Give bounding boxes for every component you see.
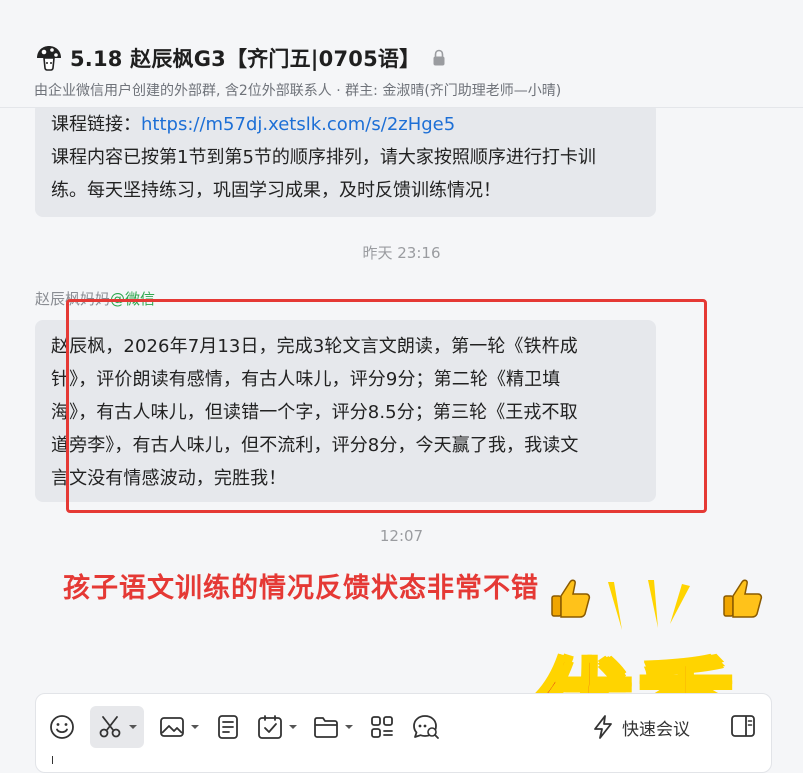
title-row: 5.18 赵辰枫G3【齐门五|0705语】 xyxy=(34,43,446,73)
folder-button[interactable] xyxy=(312,706,354,748)
message-line: 课程链接：https://m57dj.xetslk.com/s/2zHge5 xyxy=(51,108,640,141)
emoji-button[interactable] xyxy=(48,706,76,748)
lightning-icon xyxy=(594,715,612,739)
schedule-button[interactable] xyxy=(256,706,298,748)
course-link[interactable]: https://m57dj.xetslk.com/s/2zHge5 xyxy=(141,114,455,135)
folder-icon xyxy=(314,717,338,738)
side-panel-icon[interactable] xyxy=(730,714,756,738)
chat-bubble-icon xyxy=(413,715,439,739)
overlay-caption: 孩子语文训练的情况反馈状态非常不错 xyxy=(63,573,539,604)
chevron-down-icon[interactable] xyxy=(344,723,354,731)
chevron-down-icon[interactable] xyxy=(128,723,138,731)
chevron-down-icon[interactable] xyxy=(190,723,200,731)
document-button[interactable] xyxy=(214,706,242,748)
group-title[interactable]: 5.18 赵辰枫G3【齐门五|0705语】 xyxy=(70,43,420,73)
composer-toolbar xyxy=(48,706,454,748)
message-line: 练。每天坚持练习，巩固学习成果，及时反馈训练情况！ xyxy=(51,180,501,201)
chat-record-button[interactable] xyxy=(410,706,440,748)
thumbs-up-icon xyxy=(551,579,591,618)
message-composer[interactable]: 快速会议 xyxy=(35,693,772,773)
link-prefix: 课程链接： xyxy=(51,114,141,135)
image-icon xyxy=(160,717,184,737)
quick-meeting-label: 快速会议 xyxy=(622,719,690,740)
quick-meeting-button[interactable]: 快速会议 xyxy=(592,706,690,748)
image-button[interactable] xyxy=(158,706,200,748)
schedule-icon xyxy=(258,715,282,739)
message-bubble[interactable]: 课程链接：https://m57dj.xetslk.com/s/2zHge5 课… xyxy=(35,108,656,217)
chat-header: 5.18 赵辰枫G3【齐门五|0705语】 由企业微信用户创建的外部群, 含2位… xyxy=(0,0,803,108)
group-subtitle: 由企业微信用户创建的外部群, 含2位外部联系人 · 群主: 金淑晴(齐门助理老师… xyxy=(34,83,562,99)
timestamp: 12:07 xyxy=(379,527,424,545)
highlight-box xyxy=(66,299,707,513)
timestamp: 昨天 23:16 xyxy=(362,244,441,262)
document-icon xyxy=(218,715,238,739)
chevron-down-icon[interactable] xyxy=(288,723,298,731)
scissors-icon xyxy=(99,716,121,738)
group-avatar-icon[interactable] xyxy=(34,45,64,71)
message-list[interactable]: 课程链接：https://m57dj.xetslk.com/s/2zHge5 课… xyxy=(0,108,803,693)
apps-button[interactable] xyxy=(368,706,396,748)
screenshot-button[interactable] xyxy=(90,706,144,748)
apps-icon xyxy=(371,716,393,738)
lock-icon xyxy=(432,49,446,67)
thumbs-up-icon xyxy=(723,579,763,618)
message-line: 课程内容已按第1节到第5节的顺序排列，请大家按照顺序进行打卡训 xyxy=(51,147,596,168)
praise-sticker-text: 优秀 xyxy=(534,628,740,693)
emoji-icon xyxy=(50,715,74,739)
